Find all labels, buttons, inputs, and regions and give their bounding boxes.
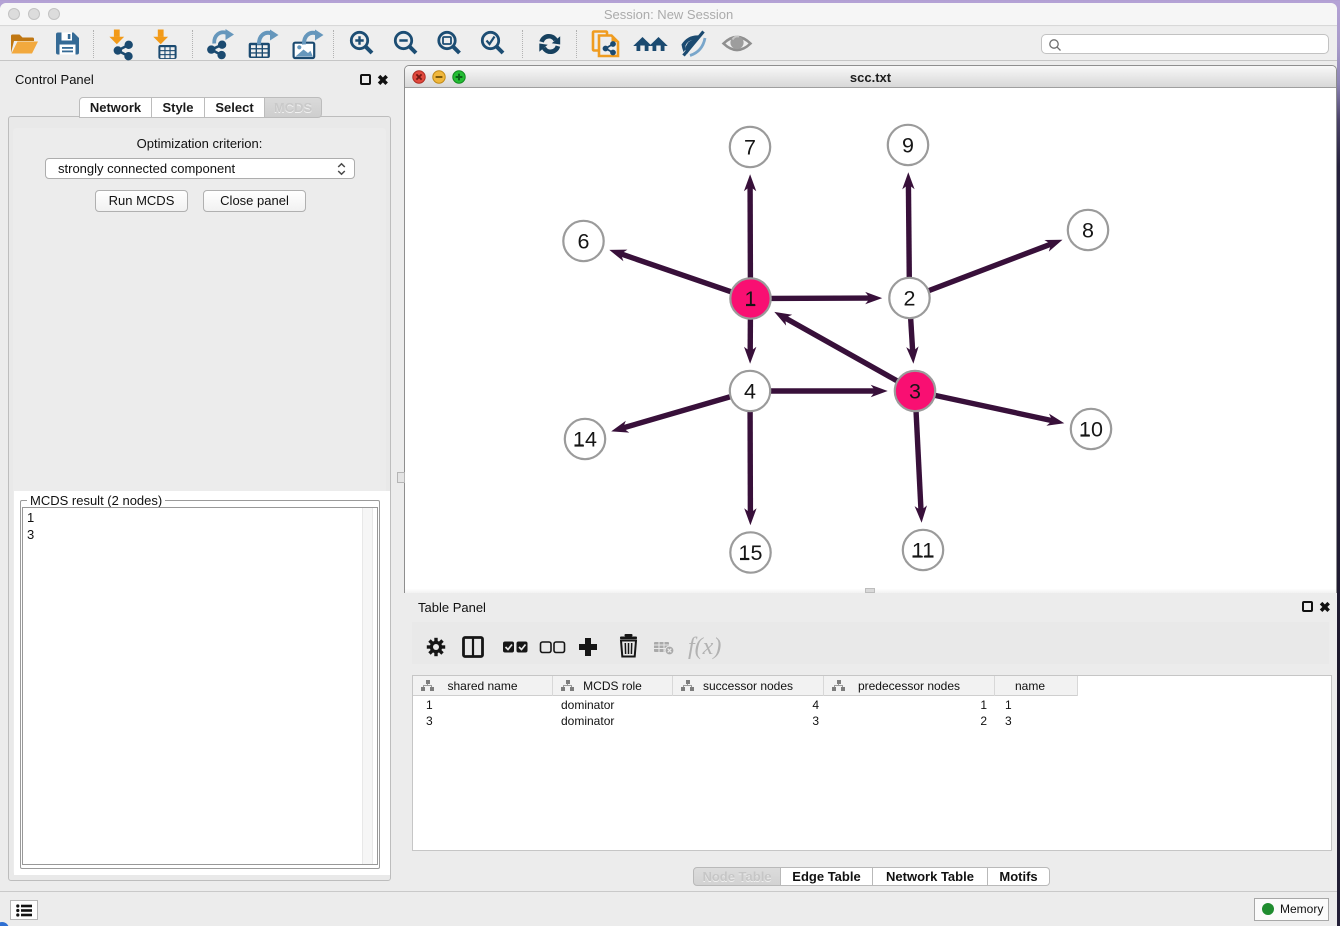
svg-text:7: 7 [744, 136, 756, 160]
svg-text:1: 1 [745, 287, 757, 311]
svg-text:8: 8 [1082, 219, 1094, 243]
svg-text:9: 9 [902, 134, 914, 158]
svg-text:3: 3 [909, 380, 921, 404]
svg-text:14: 14 [573, 428, 597, 452]
svg-text:10: 10 [1079, 418, 1103, 442]
svg-text:f(x): f(x) [688, 634, 721, 660]
svg-text:15: 15 [739, 541, 763, 565]
svg-text:11: 11 [912, 539, 934, 563]
svg-text:6: 6 [578, 230, 590, 254]
svg-text:4: 4 [744, 380, 756, 404]
svg-text:2: 2 [904, 287, 916, 311]
